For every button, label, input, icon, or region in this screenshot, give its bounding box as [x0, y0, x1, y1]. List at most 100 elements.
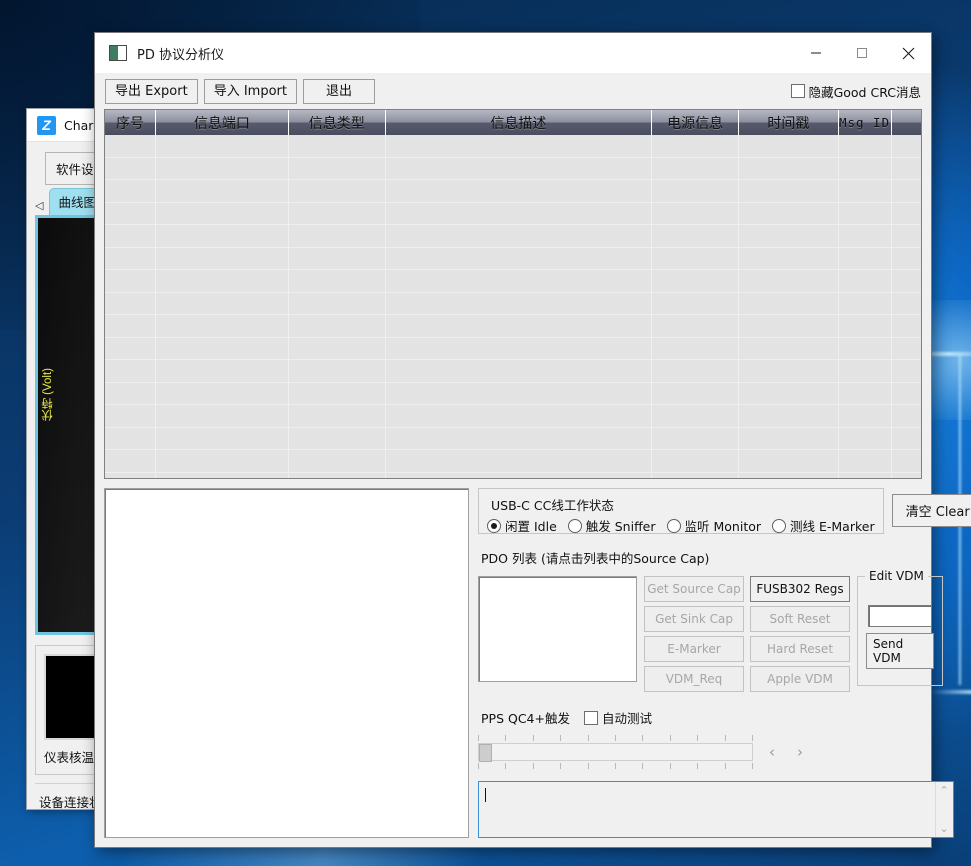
- table-cell[interactable]: [839, 203, 892, 225]
- table-cell[interactable]: [386, 450, 652, 472]
- table-cell[interactable]: [386, 383, 652, 405]
- table-cell[interactable]: [156, 180, 289, 202]
- table-cell[interactable]: [739, 180, 838, 202]
- table-cell[interactable]: [652, 180, 739, 202]
- table-cell[interactable]: [739, 428, 838, 450]
- table-cell[interactable]: [892, 428, 921, 450]
- pdo-list[interactable]: [478, 576, 637, 682]
- table-cell[interactable]: [386, 248, 652, 270]
- table-cell[interactable]: [739, 225, 838, 247]
- hide-good-crc-checkbox[interactable]: 隐藏Good CRC消息: [791, 82, 921, 101]
- table-cell[interactable]: [839, 225, 892, 247]
- table-row[interactable]: [105, 180, 921, 203]
- table-cell[interactable]: [386, 270, 652, 292]
- table-row[interactable]: [105, 405, 921, 428]
- grid-column-header[interactable]: [892, 110, 921, 135]
- message-grid[interactable]: 序号信息端口信息类型信息描述电源信息时间戳Msg ID: [104, 109, 922, 479]
- table-cell[interactable]: [386, 428, 652, 450]
- slider-prev-button[interactable]: ‹: [763, 743, 781, 761]
- table-cell[interactable]: [839, 428, 892, 450]
- table-cell[interactable]: [652, 135, 739, 157]
- table-cell[interactable]: [652, 338, 739, 360]
- cc-mode-radio[interactable]: 测线 E-Marker: [772, 516, 875, 535]
- table-cell[interactable]: [289, 360, 386, 382]
- table-cell[interactable]: [652, 225, 739, 247]
- grid-body[interactable]: [105, 135, 921, 479]
- table-cell[interactable]: [839, 158, 892, 180]
- table-cell[interactable]: [156, 450, 289, 472]
- table-cell[interactable]: [289, 248, 386, 270]
- minimize-button[interactable]: [793, 33, 839, 73]
- table-cell[interactable]: [739, 158, 838, 180]
- vdm-input[interactable]: [868, 605, 932, 627]
- table-cell[interactable]: [739, 270, 838, 292]
- table-cell[interactable]: [289, 158, 386, 180]
- cc-mode-radio[interactable]: 触发 Sniffer: [568, 516, 656, 535]
- table-cell[interactable]: [839, 270, 892, 292]
- cc-mode-radio[interactable]: 闲置 Idle: [487, 516, 557, 535]
- table-cell[interactable]: [892, 225, 921, 247]
- table-cell[interactable]: [386, 225, 652, 247]
- table-row[interactable]: [105, 225, 921, 248]
- table-cell[interactable]: [892, 405, 921, 427]
- table-cell[interactable]: [739, 293, 838, 315]
- table-cell[interactable]: [289, 428, 386, 450]
- table-cell[interactable]: [386, 135, 652, 157]
- close-button[interactable]: [885, 33, 931, 73]
- table-cell[interactable]: [386, 360, 652, 382]
- table-cell[interactable]: [105, 405, 156, 427]
- pd-window-titlebar[interactable]: PD 协议分析仪: [95, 33, 931, 73]
- table-cell[interactable]: [839, 180, 892, 202]
- table-cell[interactable]: [652, 450, 739, 472]
- pd-analyzer-window[interactable]: PD 协议分析仪 导出 Export 导入 Import 退出 隐藏Good C…: [94, 32, 932, 848]
- table-cell[interactable]: [652, 405, 739, 427]
- cc-mode-radio[interactable]: 监听 Monitor: [667, 516, 762, 535]
- exit-button[interactable]: 退出: [303, 79, 375, 104]
- table-cell[interactable]: [739, 383, 838, 405]
- slider-thumb[interactable]: [479, 744, 492, 762]
- table-cell[interactable]: [156, 270, 289, 292]
- grid-column-header[interactable]: 序号: [105, 110, 156, 135]
- table-cell[interactable]: [289, 315, 386, 337]
- table-cell[interactable]: [156, 405, 289, 427]
- table-cell[interactable]: [105, 315, 156, 337]
- table-cell[interactable]: [156, 158, 289, 180]
- table-cell[interactable]: [156, 203, 289, 225]
- table-cell[interactable]: [839, 450, 892, 472]
- table-cell[interactable]: [105, 293, 156, 315]
- table-cell[interactable]: [892, 248, 921, 270]
- table-cell[interactable]: [652, 158, 739, 180]
- slider-track[interactable]: [478, 743, 753, 761]
- log-textarea[interactable]: ⌃ ⌄: [478, 781, 954, 838]
- table-cell[interactable]: [652, 270, 739, 292]
- table-cell[interactable]: [156, 428, 289, 450]
- table-cell[interactable]: [105, 248, 156, 270]
- table-cell[interactable]: [839, 383, 892, 405]
- table-cell[interactable]: [839, 405, 892, 427]
- table-cell[interactable]: [105, 203, 156, 225]
- table-cell[interactable]: [739, 135, 838, 157]
- table-cell[interactable]: [839, 360, 892, 382]
- table-row[interactable]: [105, 383, 921, 406]
- table-cell[interactable]: [289, 225, 386, 247]
- table-row[interactable]: [105, 158, 921, 181]
- log-scrollbar[interactable]: ⌃ ⌄: [935, 782, 953, 837]
- log-text-content[interactable]: [479, 782, 935, 837]
- table-cell[interactable]: [386, 180, 652, 202]
- table-row[interactable]: [105, 135, 921, 158]
- table-cell[interactable]: [289, 338, 386, 360]
- table-cell[interactable]: [386, 338, 652, 360]
- table-cell[interactable]: [289, 135, 386, 157]
- table-row[interactable]: [105, 315, 921, 338]
- tab-scroll-left-icon[interactable]: ◁: [35, 199, 43, 215]
- table-cell[interactable]: [839, 315, 892, 337]
- scroll-up-icon[interactable]: ⌃: [940, 784, 949, 797]
- table-cell[interactable]: [105, 383, 156, 405]
- pps-slider[interactable]: [478, 735, 753, 769]
- table-cell[interactable]: [156, 248, 289, 270]
- table-cell[interactable]: [105, 225, 156, 247]
- auto-test-checkbox[interactable]: 自动测试: [584, 708, 652, 727]
- table-cell[interactable]: [652, 315, 739, 337]
- table-row[interactable]: [105, 450, 921, 473]
- table-cell[interactable]: [289, 180, 386, 202]
